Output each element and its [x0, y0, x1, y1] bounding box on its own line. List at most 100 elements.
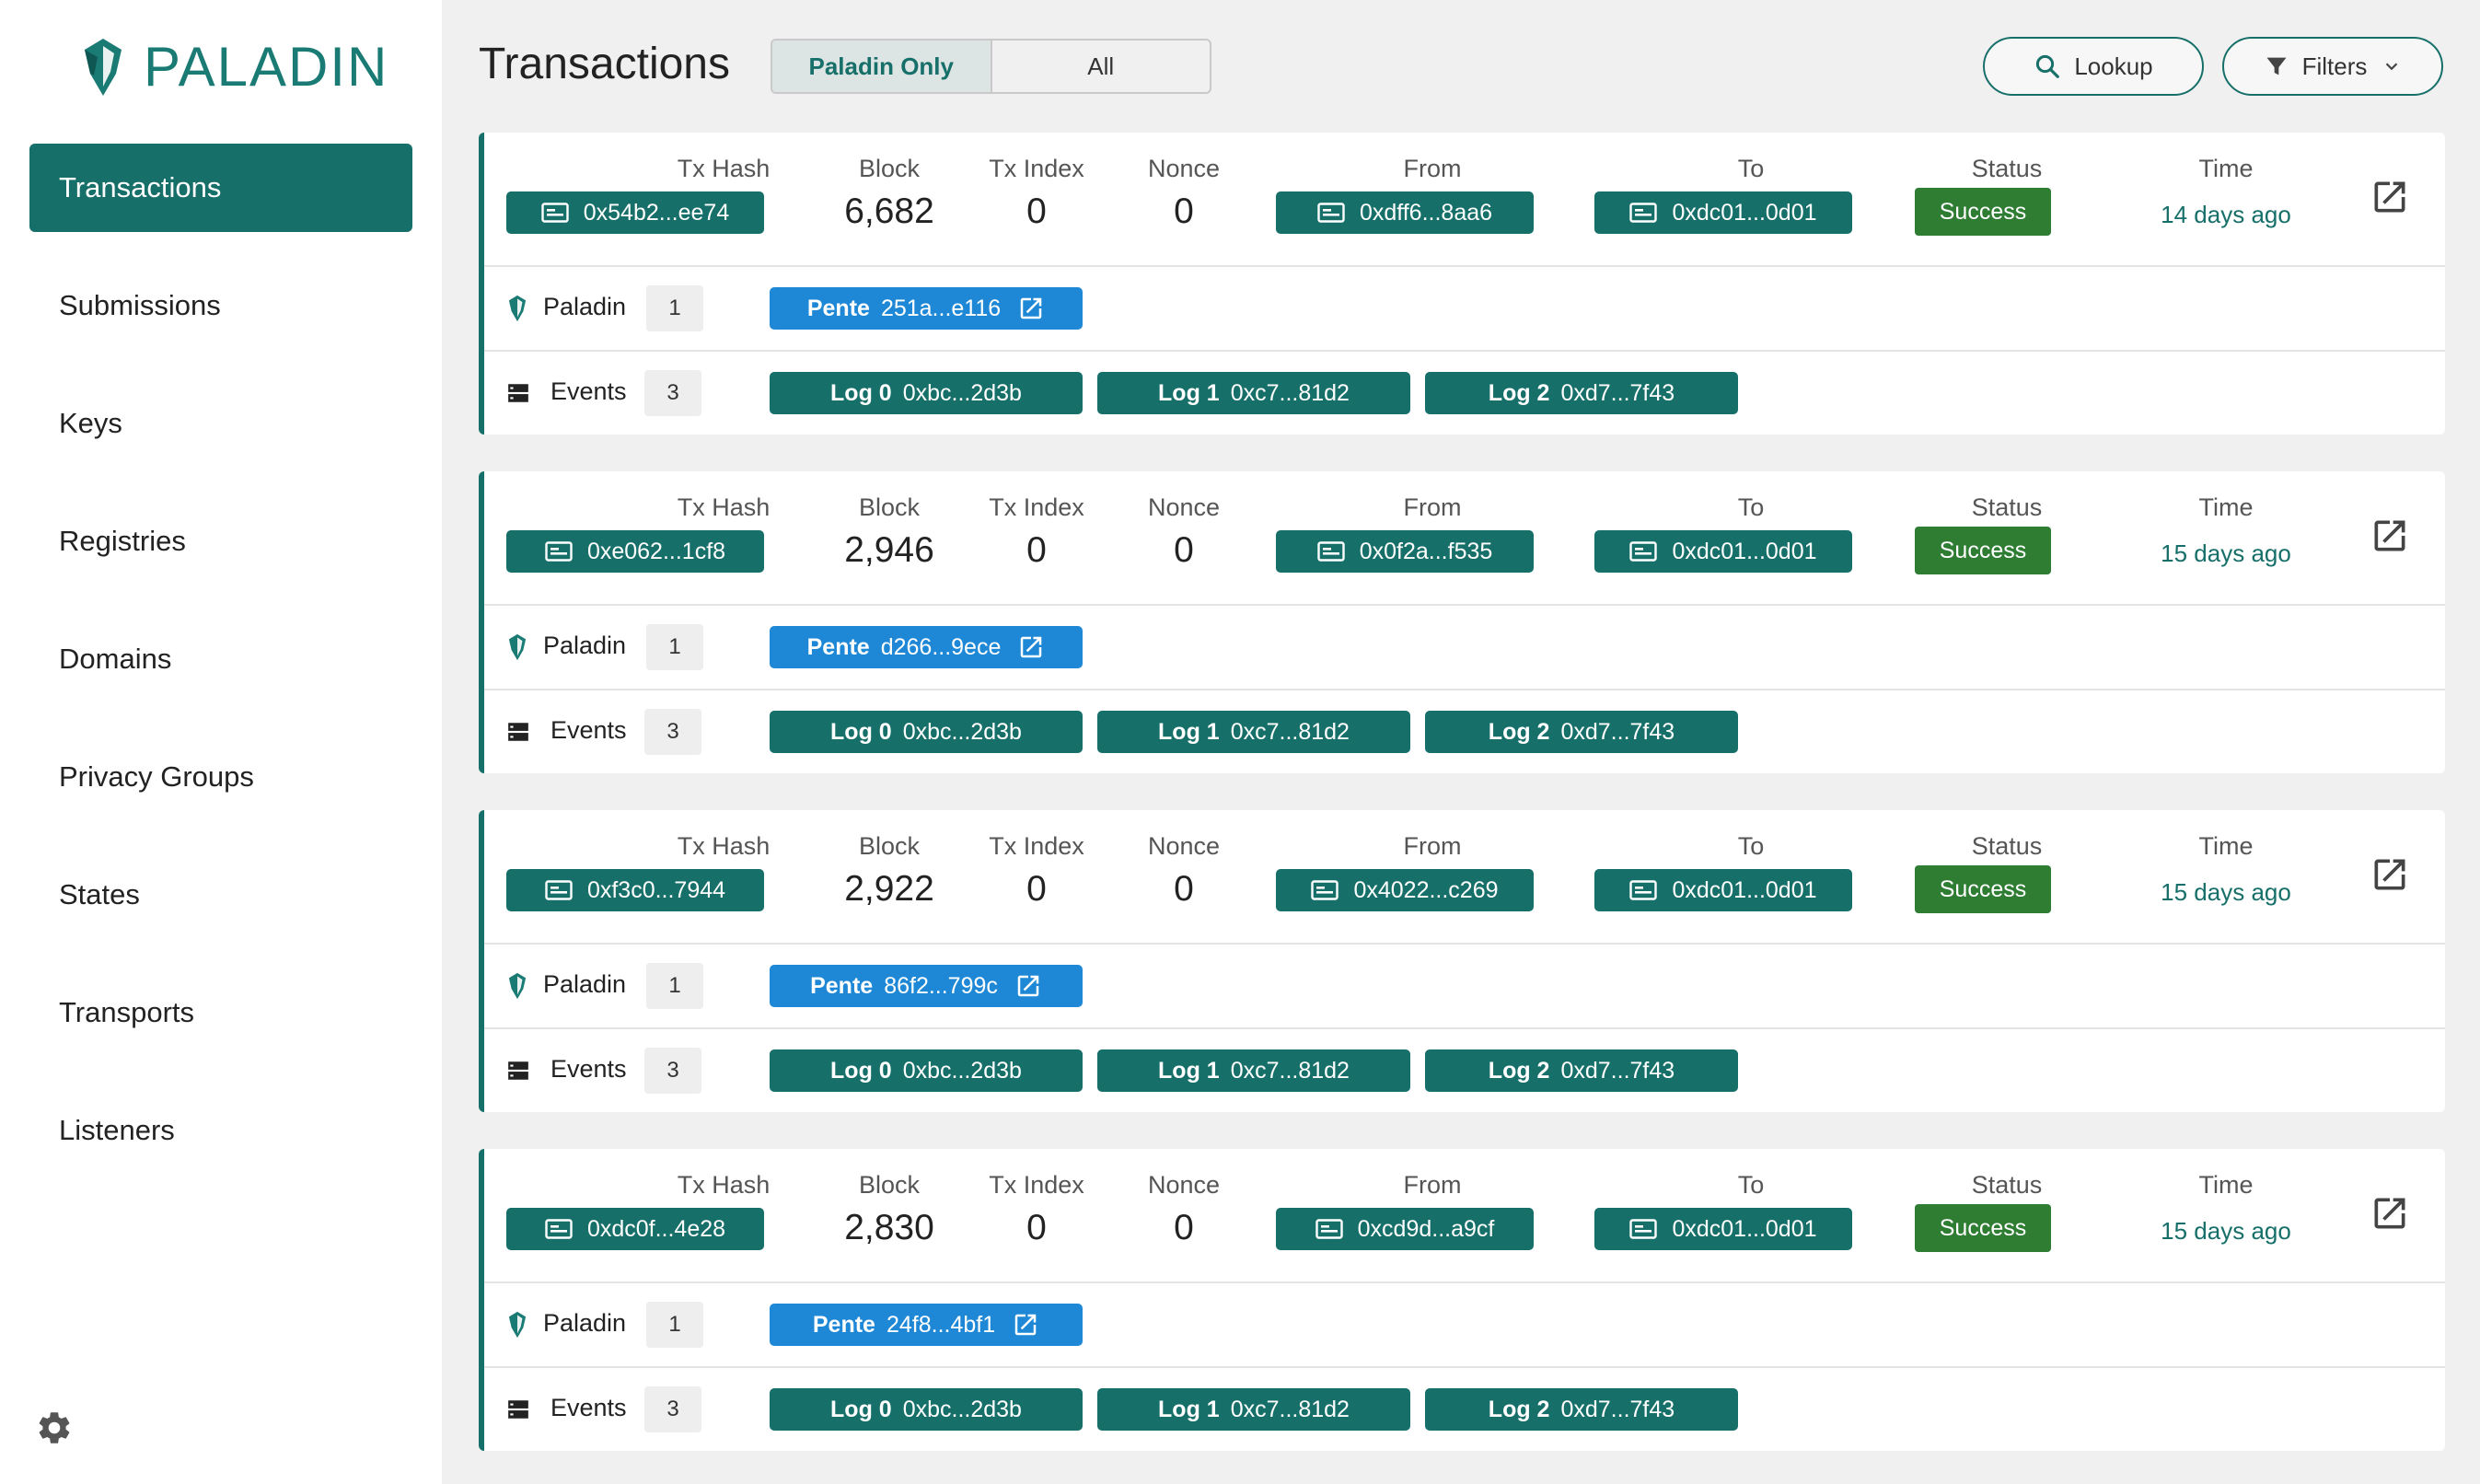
log-label: Log 2: [1488, 379, 1550, 406]
nonce-label: Nonce: [1147, 155, 1221, 182]
log-label: Log 1: [1158, 1057, 1220, 1084]
pente-domain-chip[interactable]: Pente d266...9ece: [770, 626, 1083, 668]
filters-label: Filters: [2301, 52, 2368, 80]
pente-prefix: Pente: [810, 972, 874, 999]
log-chip-1[interactable]: Log 1 0xc7...81d2: [1097, 1388, 1410, 1431]
log-chip-1[interactable]: Log 1 0xc7...81d2: [1097, 711, 1410, 753]
log-chip-0[interactable]: Log 0 0xbc...2d3b: [770, 711, 1083, 753]
to-chip[interactable]: 0xdc01...0d01: [1594, 1208, 1852, 1250]
sidebar-item-submissions[interactable]: Submissions: [29, 261, 412, 350]
storage-icon: [508, 1061, 528, 1080]
nonce-value: 0: [1174, 869, 1194, 909]
events-count: 3: [644, 370, 701, 416]
pente-prefix: Pente: [806, 633, 870, 660]
storage-icon: [508, 384, 528, 402]
sidebar-item-transactions[interactable]: Transactions: [29, 144, 412, 232]
to-chip[interactable]: 0xdc01...0d01: [1594, 191, 1852, 234]
search-icon: [2036, 54, 2060, 78]
from-value: 0x4022...c269: [1353, 876, 1499, 903]
tx-hash-chip[interactable]: 0x54b2...ee74: [506, 191, 764, 234]
id-card-icon: [545, 541, 573, 562]
id-card-icon: [1317, 541, 1345, 562]
sidebar-item-domains[interactable]: Domains: [29, 615, 412, 703]
log-chip-2[interactable]: Log 2 0xd7...7f43: [1425, 372, 1738, 414]
sidebar-item-listeners[interactable]: Listeners: [29, 1086, 412, 1175]
pente-domain-chip[interactable]: Pente 24f8...4bf1: [770, 1304, 1083, 1346]
tx-hash-chip[interactable]: 0xf3c0...7944: [506, 869, 764, 911]
sidebar-item-states[interactable]: States: [29, 851, 412, 939]
storage-icon: [508, 1400, 528, 1419]
lookup-button[interactable]: Lookup: [1983, 37, 2204, 96]
sidebar-item-registries[interactable]: Registries: [29, 497, 412, 585]
divider: [484, 943, 2445, 945]
toggle-all[interactable]: All: [992, 41, 1211, 92]
sidebar-item-transports[interactable]: Transports: [29, 968, 412, 1057]
log-chip-1[interactable]: Log 1 0xc7...81d2: [1097, 372, 1410, 414]
tx-hash-chip[interactable]: 0xe062...1cf8: [506, 530, 764, 573]
sidebar-item-privacy-groups[interactable]: Privacy Groups: [29, 733, 412, 821]
open-in-new-icon: [1017, 975, 1039, 997]
status-label: Status: [1971, 493, 2043, 521]
status-badge: Success: [1915, 527, 2051, 574]
divider: [484, 604, 2445, 606]
pente-domain-chip[interactable]: Pente 251a...e116: [770, 287, 1083, 330]
log-value: 0xc7...81d2: [1230, 718, 1350, 745]
log-label: Log 0: [830, 718, 892, 745]
open-in-new-icon: [1020, 297, 1042, 319]
log-chip-2[interactable]: Log 2 0xd7...7f43: [1425, 711, 1738, 753]
paladin-logo[interactable]: PALADIN: [81, 35, 388, 99]
from-value: 0x0f2a...f535: [1359, 538, 1493, 564]
from-chip[interactable]: 0xcd9d...a9cf: [1276, 1208, 1534, 1250]
chevron-down-icon: [2386, 63, 2398, 71]
pente-prefix: Pente: [806, 295, 870, 321]
from-chip[interactable]: 0x0f2a...f535: [1276, 530, 1534, 573]
events-count: 3: [644, 1048, 701, 1094]
log-value: 0xbc...2d3b: [902, 718, 1022, 745]
log-chip-2[interactable]: Log 2 0xd7...7f43: [1425, 1049, 1738, 1092]
log-value: 0xc7...81d2: [1230, 1057, 1350, 1084]
time-label: Time: [2198, 493, 2254, 521]
log-value: 0xbc...2d3b: [902, 1396, 1022, 1422]
paladin-row-label: Paladin: [543, 1309, 627, 1337]
from-label: From: [1403, 1171, 1462, 1199]
tx-hash-value: 0x54b2...ee74: [583, 199, 730, 226]
paladin-shield-icon: [508, 972, 527, 1000]
log-value: 0xd7...7f43: [1560, 718, 1675, 745]
to-chip[interactable]: 0xdc01...0d01: [1594, 530, 1852, 573]
log-chip-2[interactable]: Log 2 0xd7...7f43: [1425, 1388, 1738, 1431]
events-count: 3: [644, 709, 701, 755]
status-label: Status: [1971, 1171, 2043, 1199]
pente-value: 251a...e116: [880, 295, 1002, 321]
log-chip-1[interactable]: Log 1 0xc7...81d2: [1097, 1049, 1410, 1092]
gear-icon[interactable]: [35, 1409, 74, 1447]
log-chip-0[interactable]: Log 0 0xbc...2d3b: [770, 372, 1083, 414]
log-label: Log 2: [1488, 718, 1550, 745]
filter-icon: [2266, 57, 2287, 75]
pente-value: 86f2...799c: [884, 972, 998, 999]
open-in-new-icon[interactable]: [2370, 516, 2410, 556]
tx-hash-chip[interactable]: 0xdc0f...4e28: [506, 1208, 764, 1250]
log-chip-0[interactable]: Log 0 0xbc...2d3b: [770, 1049, 1083, 1092]
open-in-new-icon[interactable]: [2370, 854, 2410, 895]
divider: [484, 1281, 2445, 1283]
pente-domain-chip[interactable]: Pente 86f2...799c: [770, 965, 1083, 1007]
from-chip[interactable]: 0x4022...c269: [1276, 869, 1534, 911]
time-value: 14 days ago: [2161, 201, 2291, 228]
log-label: Log 1: [1158, 718, 1220, 745]
events-row-label: Events: [550, 1055, 627, 1083]
divider: [484, 350, 2445, 352]
open-in-new-icon[interactable]: [2370, 177, 2410, 217]
status-label: Status: [1971, 832, 2043, 860]
log-chip-0[interactable]: Log 0 0xbc...2d3b: [770, 1388, 1083, 1431]
from-chip[interactable]: 0xdff6...8aa6: [1276, 191, 1534, 234]
filters-button[interactable]: Filters: [2222, 37, 2443, 96]
id-card-icon: [545, 880, 573, 900]
open-in-new-icon[interactable]: [2370, 1193, 2410, 1234]
transaction-card: Tx Hash 0xf3c0...7944 Block 2,922 Tx Ind…: [479, 810, 2445, 1112]
log-value: 0xc7...81d2: [1230, 1396, 1350, 1422]
sidebar-item-keys[interactable]: Keys: [29, 379, 412, 468]
log-value: 0xd7...7f43: [1560, 1057, 1675, 1084]
app-name: PALADIN: [144, 36, 389, 98]
to-chip[interactable]: 0xdc01...0d01: [1594, 869, 1852, 911]
toggle-paladin-only[interactable]: Paladin Only: [772, 41, 992, 92]
